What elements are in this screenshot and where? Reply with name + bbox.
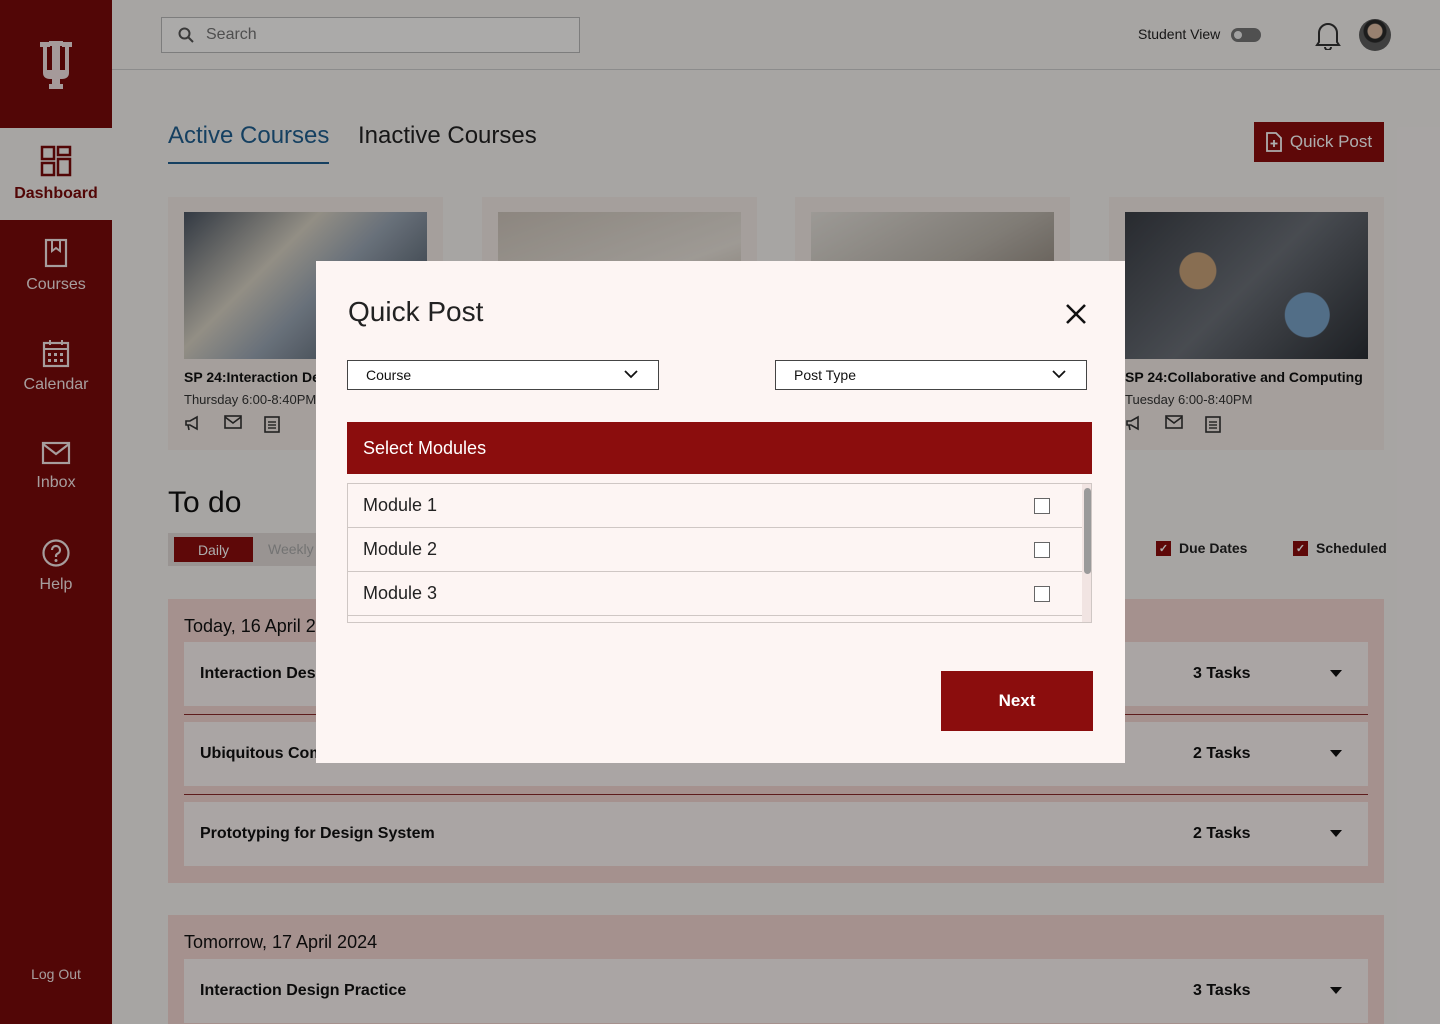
- chevron-down-icon: [1052, 370, 1066, 379]
- scrollbar-thumb[interactable]: [1084, 488, 1091, 574]
- modal-title: Quick Post: [348, 296, 484, 327]
- close-button[interactable]: [1065, 303, 1087, 330]
- chevron-down-icon: [624, 370, 638, 379]
- module-row[interactable]: Module 3: [348, 572, 1082, 616]
- modules-list: Module 1 Module 2 Module 3: [347, 483, 1092, 623]
- module-checkbox[interactable]: [1034, 586, 1050, 602]
- dropdown-value: Course: [366, 367, 412, 383]
- modules-scrollbar[interactable]: [1082, 484, 1091, 622]
- module-row[interactable]: Module 1: [348, 484, 1082, 528]
- quick-post-modal: Quick Post Course Post Type Select Modul…: [316, 261, 1125, 763]
- close-icon: [1066, 304, 1086, 324]
- module-label: Module 3: [363, 583, 438, 603]
- select-modules-header: Select Modules: [347, 422, 1092, 474]
- module-checkbox[interactable]: [1034, 498, 1050, 514]
- module-label: Module 2: [363, 539, 438, 559]
- next-button[interactable]: Next: [941, 671, 1093, 731]
- course-dropdown[interactable]: Course: [347, 360, 659, 390]
- module-label: Module 1: [363, 495, 438, 515]
- dropdown-value: Post Type: [794, 367, 857, 383]
- module-row[interactable]: Module 2: [348, 528, 1082, 572]
- post-type-dropdown[interactable]: Post Type: [775, 360, 1087, 390]
- module-checkbox[interactable]: [1034, 542, 1050, 558]
